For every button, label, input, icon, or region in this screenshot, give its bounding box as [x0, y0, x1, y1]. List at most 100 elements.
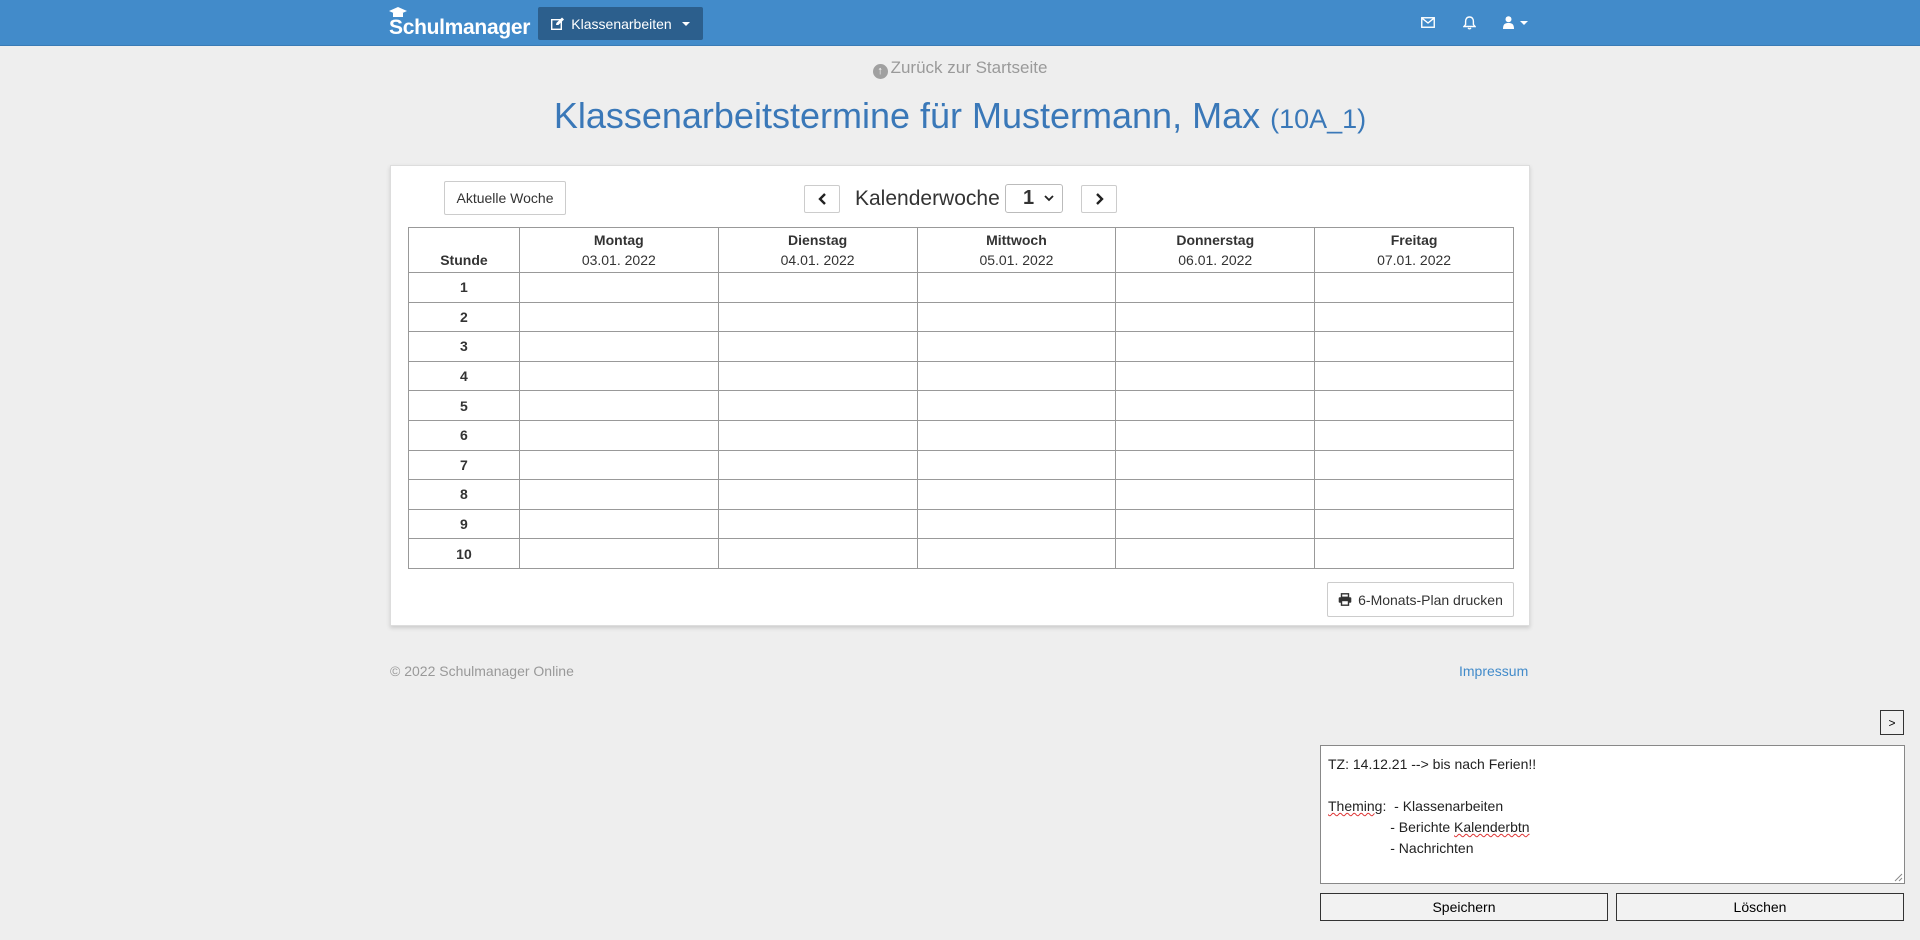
current-week-button[interactable]: Aktuelle Woche [444, 181, 566, 215]
next-week-button[interactable] [1081, 185, 1117, 213]
schedule-cell[interactable] [916, 508, 1117, 540]
notes-line-1: TZ: 14.12.21 --> bis nach Ferien!! [1328, 756, 1537, 772]
schedule-cell[interactable] [916, 331, 1117, 362]
schedule-cell[interactable] [1115, 301, 1316, 333]
chevron-left-icon [817, 193, 826, 205]
notes-textarea[interactable]: TZ: 14.12.21 --> bis nach Ferien!! Themi… [1320, 745, 1905, 884]
schedule-cell[interactable] [717, 331, 918, 362]
schedule-cell[interactable] [717, 508, 918, 540]
schedule-cell[interactable] [518, 390, 719, 421]
notes-item: Berichte [1398, 819, 1451, 835]
print-6-month-plan-button[interactable]: 6-Monats-Plan drucken [1327, 582, 1514, 617]
day-date: 05.01. 2022 [979, 252, 1054, 268]
schedule-cell[interactable] [1314, 479, 1514, 510]
schedule-cell[interactable] [916, 301, 1117, 333]
delete-button[interactable]: Löschen [1616, 893, 1904, 921]
schedule-cell[interactable] [1314, 419, 1514, 451]
schedule-cell[interactable] [1314, 360, 1514, 392]
day-date: 06.01. 2022 [1178, 252, 1253, 268]
schedule-cell[interactable] [518, 538, 719, 569]
schedule-cell[interactable] [518, 419, 719, 451]
exam-schedule-table: Stunde Montag 03.01. 2022 Dienstag 04.01. … [408, 227, 1514, 569]
resize-handle-icon[interactable] [1894, 873, 1903, 882]
schedule-cell[interactable] [717, 390, 918, 421]
table-row: 5 [408, 390, 1514, 421]
page-title: Klassenarbeitstermine für Mustermann, Ma… [0, 95, 1920, 137]
hour-number: 10 [408, 538, 520, 569]
day-name: Montag [593, 232, 644, 248]
schedule-cell[interactable] [1115, 272, 1316, 303]
schedule-cell[interactable] [717, 449, 918, 481]
hour-number: 9 [408, 508, 520, 540]
schedule-cell[interactable] [916, 479, 1117, 510]
day-header: Freitag 07.01. 2022 [1314, 227, 1514, 273]
schedule-cell[interactable] [717, 479, 918, 510]
schedule-cell[interactable] [518, 479, 719, 510]
hour-number: 2 [408, 301, 520, 333]
schedule-cell[interactable] [1115, 479, 1316, 510]
page-title-class: (10A_1) [1270, 104, 1367, 134]
schedule-cell[interactable] [1115, 449, 1316, 481]
notes-toggle-button[interactable]: > [1880, 710, 1904, 735]
schedule-cell[interactable] [1314, 272, 1514, 303]
impressum-link[interactable]: Impressum [1459, 663, 1528, 679]
schedule-cell[interactable] [717, 538, 918, 569]
klassenarbeiten-menu[interactable]: Klassenarbeiten [538, 7, 703, 40]
hour-number: 4 [408, 360, 520, 392]
schedule-cell[interactable] [717, 272, 918, 303]
table-row: 2 [408, 301, 1514, 333]
schedule-cell[interactable] [916, 390, 1117, 421]
chevron-down-icon [1520, 20, 1528, 25]
schedule-cell[interactable] [518, 360, 719, 392]
day-header: Mittwoch 05.01. 2022 [916, 227, 1117, 273]
schedule-cell[interactable] [518, 272, 719, 303]
schedule-cell[interactable] [518, 301, 719, 333]
schedule-cell[interactable] [1115, 331, 1316, 362]
schedule-cell[interactable] [916, 272, 1117, 303]
table-row: 7 [408, 449, 1514, 481]
envelope-icon[interactable] [1421, 17, 1435, 28]
schedule-cell[interactable] [1314, 301, 1514, 333]
schedule-cell[interactable] [916, 360, 1117, 392]
schedule-cell[interactable] [518, 331, 719, 362]
schedule-cell[interactable] [916, 419, 1117, 451]
schedule-cell[interactable] [717, 419, 918, 451]
user-menu[interactable] [1503, 16, 1528, 29]
schedule-cell[interactable] [1314, 390, 1514, 421]
schedule-cell[interactable] [1314, 449, 1514, 481]
schedule-cell[interactable] [1115, 508, 1316, 540]
schedule-cell[interactable] [518, 508, 719, 540]
schedule-cell[interactable] [1115, 538, 1316, 569]
week-select[interactable]: 1 [1005, 184, 1063, 213]
day-name: Mittwoch [986, 232, 1047, 248]
edit-icon [551, 17, 565, 30]
brand-logo[interactable]: Schulmanager [389, 6, 530, 40]
hour-number: 3 [408, 331, 520, 362]
schedule-cell[interactable] [717, 360, 918, 392]
day-name: Freitag [1390, 232, 1438, 248]
schedule-cell[interactable] [1115, 360, 1316, 392]
day-date: 04.01. 2022 [780, 252, 855, 268]
prev-week-button[interactable] [804, 185, 840, 213]
table-row: 10 [408, 538, 1514, 569]
table-row: 6 [408, 419, 1514, 451]
schedule-cell[interactable] [518, 449, 719, 481]
back-to-start-link[interactable]: ↑ Zurück zur Startseite [0, 58, 1920, 79]
schedule-cell[interactable] [1314, 538, 1514, 569]
schedule-cell[interactable] [916, 449, 1117, 481]
bell-icon[interactable] [1463, 16, 1476, 30]
schedule-cell[interactable] [717, 301, 918, 333]
back-link-label: Zurück zur Startseite [890, 58, 1048, 77]
schedule-cell[interactable] [916, 538, 1117, 569]
save-button[interactable]: Speichern [1320, 893, 1608, 921]
schedule-cell[interactable] [1115, 390, 1316, 421]
day-date: 03.01. 2022 [581, 252, 656, 268]
schedule-cell[interactable] [1314, 508, 1514, 540]
day-header: Montag 03.01. 2022 [518, 227, 719, 273]
print-icon [1338, 593, 1352, 606]
user-icon [1503, 16, 1514, 29]
schedule-cell[interactable] [1115, 419, 1316, 451]
hour-number: 8 [408, 479, 520, 510]
schedule-cell[interactable] [1314, 331, 1514, 362]
day-name: Dienstag [788, 232, 848, 248]
